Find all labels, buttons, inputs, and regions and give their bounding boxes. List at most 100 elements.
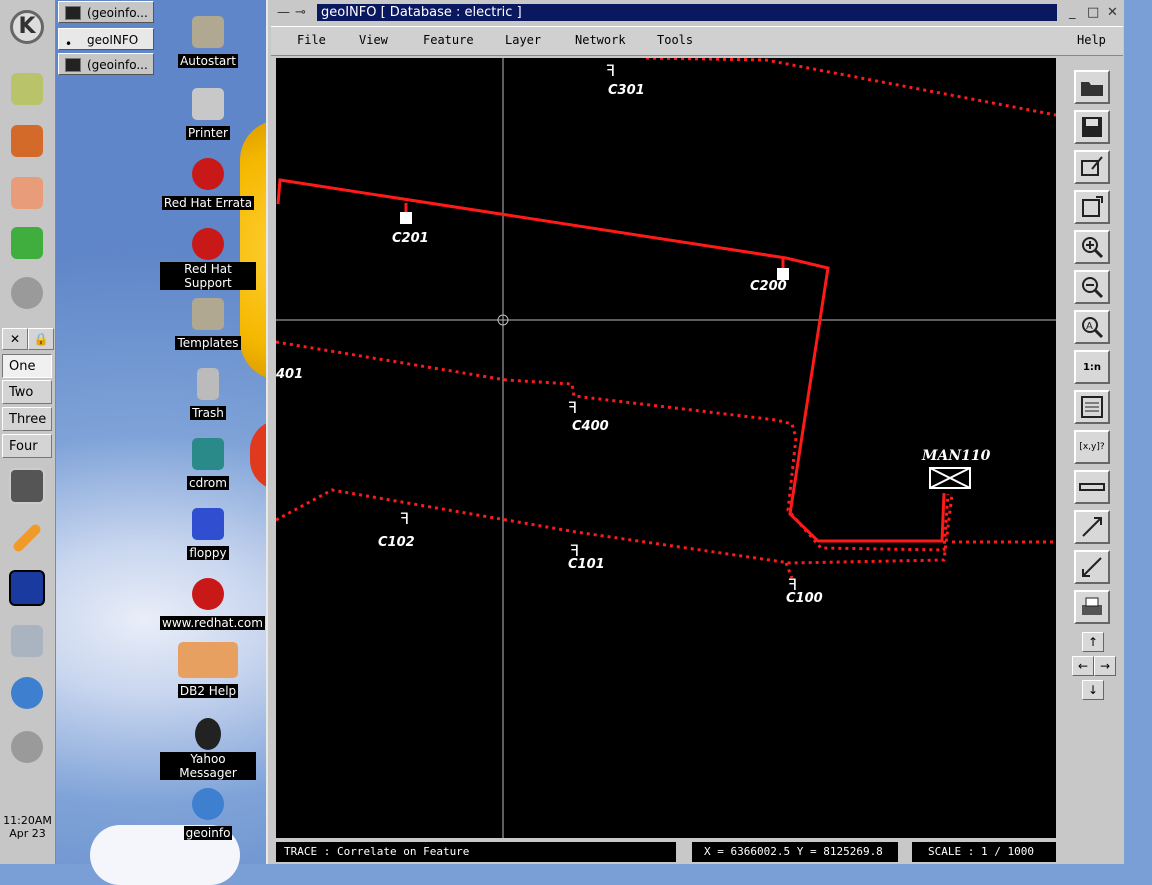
pin-icon[interactable]: ⊸ bbox=[295, 5, 306, 20]
desktop-two-button[interactable]: Two bbox=[2, 380, 52, 404]
desktop-icon-yahoo-messager[interactable]: Yahoo Messager bbox=[160, 718, 256, 781]
panel-clock[interactable]: 11:20AM Apr 23 bbox=[0, 814, 55, 840]
map-drawing: ꟻ ꟻ ꟻ ꟻ ꟻ C301 C201 C200 401 C400 C102 C… bbox=[276, 58, 1056, 838]
terminal-shell-icon[interactable] bbox=[6, 465, 48, 507]
desktop-icon-label: Yahoo Messager bbox=[160, 752, 256, 780]
status-coordinates: X = 6366002.5 Y = 8125269.8 bbox=[692, 842, 898, 862]
label-c400: C400 bbox=[572, 419, 609, 434]
window-title: geoINFO [ Database : electric ] bbox=[317, 4, 1057, 21]
desktop-icon-redhat-errata[interactable]: Red Hat Errata bbox=[160, 158, 256, 211]
kde-menu-icon[interactable]: K bbox=[6, 6, 48, 48]
zoom-all-icon[interactable]: A bbox=[1074, 310, 1110, 344]
trash-icon bbox=[197, 368, 219, 400]
edit-map-icon[interactable] bbox=[1074, 150, 1110, 184]
menu-layer[interactable]: Layer bbox=[505, 33, 541, 47]
kde-panel: K ✕ 🔒 One Two Three Four 11:20AM Apr 23 bbox=[0, 0, 56, 864]
redhat-icon bbox=[192, 578, 224, 610]
desktop-icon-label: Red Hat Errata bbox=[161, 196, 255, 210]
graphics-icon[interactable] bbox=[6, 172, 48, 214]
print-icon[interactable] bbox=[1074, 590, 1110, 624]
settings-gear-icon[interactable] bbox=[6, 272, 48, 314]
menu-view[interactable]: View bbox=[359, 33, 388, 47]
desktop-icon-trash[interactable]: Trash bbox=[160, 368, 256, 421]
desktop-icon-www-redhat[interactable]: www.redhat.com bbox=[160, 578, 265, 631]
desktop-icon-floppy[interactable]: floppy bbox=[160, 508, 256, 561]
desktop-one-button[interactable]: One bbox=[2, 354, 52, 378]
menu-tools[interactable]: Tools bbox=[657, 33, 693, 47]
menu-network[interactable]: Network bbox=[575, 33, 626, 47]
move-node-icon[interactable] bbox=[1074, 510, 1110, 544]
globe-clock-icon[interactable] bbox=[6, 672, 48, 714]
menu-help[interactable]: Help bbox=[1077, 33, 1106, 47]
desktop-icon-autostart[interactable]: Autostart bbox=[160, 16, 256, 69]
desktop-icon-db2-help[interactable]: DB2 Help bbox=[160, 642, 256, 699]
minimize-icon[interactable]: _ bbox=[1069, 5, 1076, 20]
desktop-icon-label: cdrom bbox=[187, 476, 229, 490]
printer-icon bbox=[192, 88, 224, 120]
realplayer-icon[interactable] bbox=[6, 567, 48, 609]
coordinate-query-text: [x,y]? bbox=[1079, 442, 1105, 452]
select-area-icon[interactable] bbox=[1074, 190, 1110, 224]
terminal-icon bbox=[65, 58, 81, 72]
taskbar-item-label: (geoinfo... bbox=[87, 58, 148, 72]
desktop-icon-label: floppy bbox=[187, 546, 229, 560]
bullet-icon: • bbox=[65, 37, 73, 51]
status-scale: SCALE : 1 / 1000 bbox=[912, 842, 1056, 862]
save-icon[interactable] bbox=[1074, 110, 1110, 144]
map-canvas[interactable]: ꟻ ꟻ ꟻ ꟻ ꟻ C301 C201 C200 401 C400 C102 C… bbox=[276, 58, 1056, 838]
taskbar-item-geoinfo-2[interactable]: (geoinfo... bbox=[58, 53, 154, 75]
lock-icon[interactable]: 🔒 bbox=[28, 328, 54, 350]
node-c102-symbol: ꟻ bbox=[400, 509, 409, 528]
desktop-icon-label: Printer bbox=[186, 126, 230, 140]
node-c301-symbol: ꟻ bbox=[606, 61, 615, 80]
help-book-icon bbox=[178, 642, 238, 678]
package-icon[interactable] bbox=[6, 120, 48, 162]
multimedia-icon[interactable] bbox=[6, 222, 48, 264]
menu-file[interactable]: File bbox=[297, 33, 326, 47]
desktop-icon-redhat-support[interactable]: Red Hat Support bbox=[160, 228, 256, 291]
desktop-icon-printer[interactable]: Printer bbox=[160, 88, 256, 141]
menu-feature[interactable]: Feature bbox=[423, 33, 474, 47]
pan-left-icon[interactable]: ← bbox=[1072, 656, 1094, 676]
desktop-four-button[interactable]: Four bbox=[2, 434, 52, 458]
pan-right-icon[interactable]: → bbox=[1094, 656, 1116, 676]
minimize-dash-icon[interactable]: — bbox=[277, 5, 290, 20]
label-c200: C200 bbox=[750, 279, 787, 294]
title-bar[interactable]: — ⊸ geoINFO [ Database : electric ] _ □ … bbox=[271, 2, 1123, 22]
svg-text:A: A bbox=[1086, 321, 1093, 332]
open-folder-icon[interactable] bbox=[1074, 70, 1110, 104]
copy-node-icon[interactable] bbox=[1074, 550, 1110, 584]
desktop-icon-cdrom[interactable]: cdrom bbox=[160, 438, 256, 491]
close-tools-icon[interactable]: ✕ bbox=[2, 328, 28, 350]
zoom-out-icon[interactable] bbox=[1074, 270, 1110, 304]
network-icon[interactable] bbox=[6, 620, 48, 662]
desktop-icon-label: Templates bbox=[175, 336, 241, 350]
desktop-icon-geoinfo[interactable]: geoinfo bbox=[160, 788, 256, 841]
gear-icon[interactable] bbox=[6, 726, 48, 768]
measure-ruler-icon[interactable] bbox=[1074, 470, 1110, 504]
floppy-icon bbox=[192, 508, 224, 540]
scale-ratio-text: 1:n bbox=[1082, 361, 1102, 373]
pan-up-icon[interactable]: ↑ bbox=[1082, 632, 1104, 652]
zoom-in-icon[interactable] bbox=[1074, 230, 1110, 264]
maximize-icon[interactable]: □ bbox=[1087, 5, 1099, 20]
taskbar-item-label: (geoinfo... bbox=[87, 6, 148, 20]
editor-pencil-icon[interactable] bbox=[6, 517, 48, 559]
pan-down-icon[interactable]: ↓ bbox=[1082, 680, 1104, 700]
terminal-icon bbox=[65, 6, 81, 20]
network-main-line bbox=[276, 178, 946, 543]
coordinate-query-icon[interactable]: [x,y]? bbox=[1074, 430, 1110, 464]
desktop-right-edge bbox=[1124, 0, 1152, 864]
desktop-icon-label: geoinfo bbox=[183, 826, 233, 840]
desktop-three-button[interactable]: Three bbox=[2, 407, 52, 431]
desktop-icon-label: Red Hat Support bbox=[160, 262, 256, 290]
desktop-icon-templates[interactable]: Templates bbox=[160, 298, 256, 351]
taskbar-item-geoinfo-1[interactable]: (geoinfo... bbox=[58, 1, 154, 23]
label-c101: C101 bbox=[568, 557, 605, 572]
scale-ratio-icon[interactable]: 1:n bbox=[1074, 350, 1110, 384]
report-table-icon[interactable] bbox=[1074, 390, 1110, 424]
taskbar-item-geoinfo-active[interactable]: •geoINFO ... bbox=[58, 28, 154, 69]
desktop-icon-label: Autostart bbox=[178, 54, 238, 68]
window-list-icon[interactable] bbox=[6, 68, 48, 110]
close-icon[interactable]: ✕ bbox=[1107, 5, 1118, 20]
